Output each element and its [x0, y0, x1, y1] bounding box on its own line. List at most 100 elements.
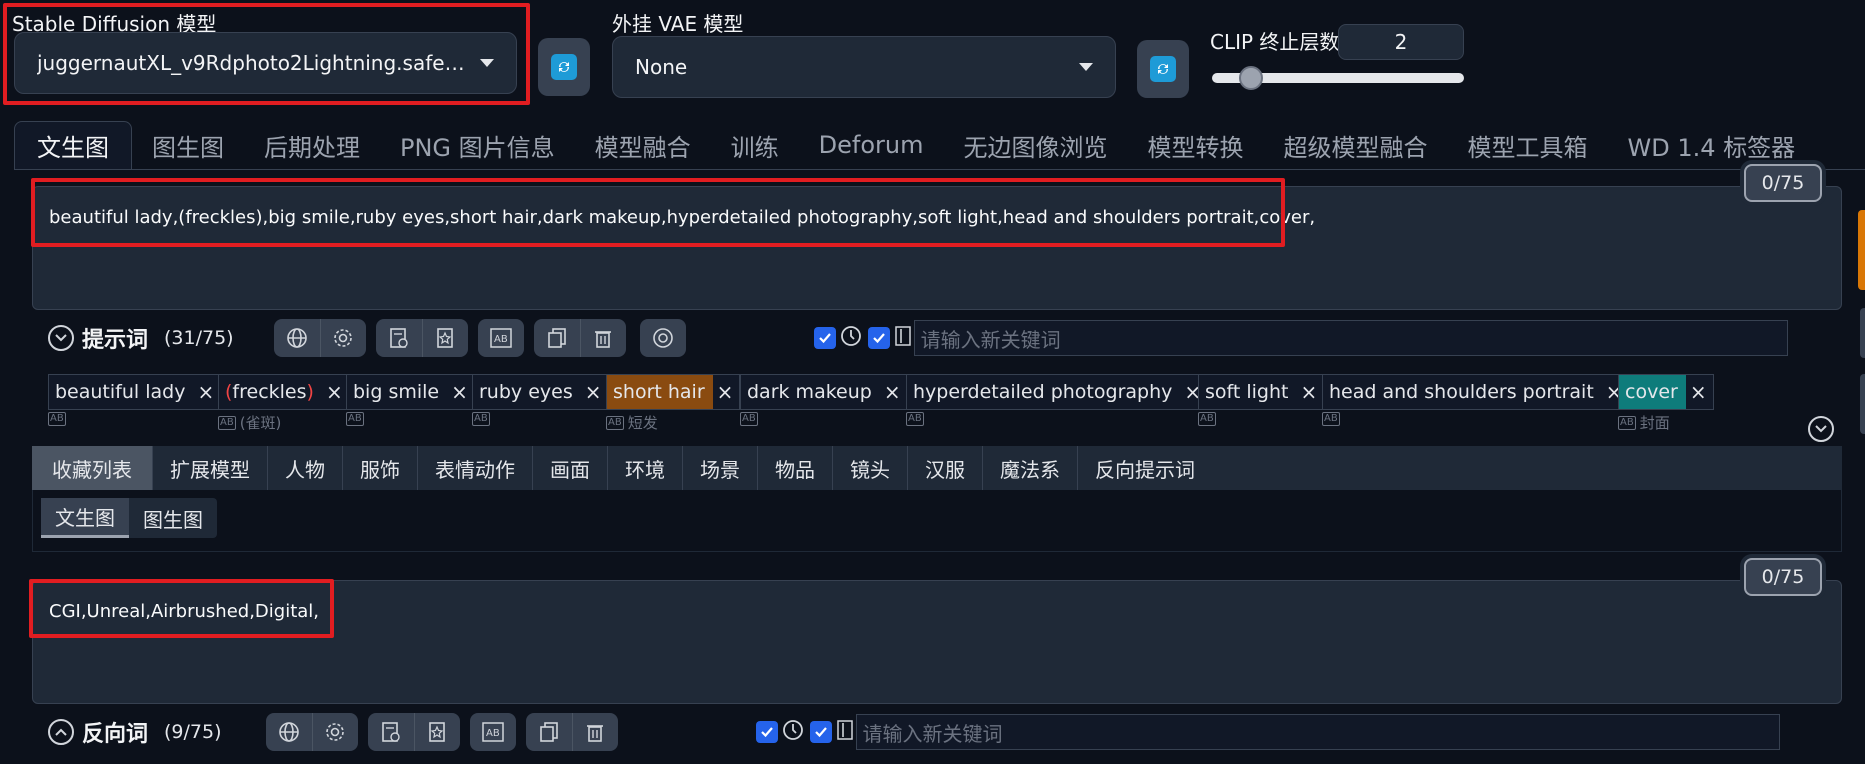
- translate-icon[interactable]: AB: [218, 415, 236, 430]
- prompt-tag[interactable]: short hair ×: [606, 374, 741, 410]
- copy-icon[interactable]: [534, 319, 580, 357]
- translate-icon[interactable]: AB: [346, 412, 364, 426]
- sd-model-dropdown[interactable]: juggernautXL_v9Rdphoto2Lightning.safeten…: [14, 32, 517, 94]
- translate-icon[interactable]: AB: [1618, 415, 1636, 430]
- collapse-toggle-button[interactable]: [48, 325, 74, 351]
- history-icon[interactable]: [376, 319, 422, 357]
- vae-label: 外挂 VAE 模型: [612, 12, 744, 36]
- bookmark-star-icon[interactable]: [413, 713, 460, 751]
- checkbox-icon[interactable]: [867, 327, 890, 349]
- vae-dropdown[interactable]: None: [612, 36, 1116, 98]
- cat-tab-environment[interactable]: 环境: [608, 446, 683, 490]
- prompt-tag[interactable]: ruby eyes ×: [472, 374, 609, 410]
- translate-icon[interactable]: AB: [606, 415, 624, 430]
- cat-tab-hanfu[interactable]: 汉服: [908, 446, 983, 490]
- vae-refresh-button[interactable]: [1137, 40, 1189, 98]
- prompt-tag[interactable]: soft light ×: [1198, 374, 1325, 410]
- checkbox-icon[interactable]: [809, 721, 832, 743]
- gear-icon[interactable]: [319, 319, 366, 357]
- cat-tab-composition[interactable]: 画面: [533, 446, 608, 490]
- tab-model-toolkit[interactable]: 模型工具箱: [1448, 121, 1608, 169]
- prompt-tag[interactable]: cover ×: [1618, 374, 1714, 410]
- tag-item: beautiful lady × AB: [48, 374, 222, 426]
- cat-tab-objects[interactable]: 物品: [758, 446, 833, 490]
- translate-icon[interactable]: AB: [470, 713, 516, 751]
- expand-tags-button[interactable]: [1808, 416, 1834, 442]
- checkbox-icon[interactable]: [755, 721, 778, 743]
- prompt-tag[interactable]: (freckles) ×: [218, 374, 350, 410]
- close-icon[interactable]: ×: [322, 380, 349, 404]
- cat-tab-scene[interactable]: 场景: [683, 446, 758, 490]
- sub-tabs: 文生图 图生图: [41, 498, 217, 538]
- tab-super-merger[interactable]: 超级模型融合: [1264, 121, 1448, 169]
- history-favorite-group: [367, 713, 460, 751]
- cat-tab-favorites[interactable]: 收藏列表: [32, 446, 153, 490]
- cat-tab-character[interactable]: 人物: [268, 446, 343, 490]
- globe-icon[interactable]: [266, 713, 312, 751]
- tab-txt2img[interactable]: 文生图: [14, 121, 132, 169]
- prompt-tag[interactable]: dark makeup ×: [740, 374, 908, 410]
- trash-icon[interactable]: [579, 319, 626, 357]
- prompt-tag[interactable]: head and shoulders portrait ×: [1322, 374, 1630, 410]
- positive-prompt-textarea[interactable]: beautiful lady,(freckles),big smile,ruby…: [32, 186, 1842, 310]
- close-icon[interactable]: ×: [1296, 380, 1323, 404]
- clock-icon[interactable]: [782, 719, 804, 745]
- text-cursor-icon[interactable]: [894, 325, 912, 351]
- prompt-tag[interactable]: beautiful lady ×: [48, 374, 222, 410]
- tab-model-converter[interactable]: 模型转换: [1128, 121, 1264, 169]
- bookmark-star-icon[interactable]: [421, 319, 468, 357]
- cat-tab-camera[interactable]: 镜头: [833, 446, 908, 490]
- translate-icon[interactable]: AB: [1198, 412, 1216, 426]
- translate-icon[interactable]: AB: [740, 412, 758, 426]
- openai-icon[interactable]: [640, 319, 686, 357]
- collapse-toggle-button[interactable]: [48, 719, 74, 745]
- history-icon[interactable]: [368, 713, 414, 751]
- text-cursor-icon[interactable]: [836, 719, 854, 745]
- negative-prompt-textarea[interactable]: CGI,Unreal,Airbrushed,Digital,: [32, 580, 1842, 704]
- close-icon[interactable]: ×: [713, 380, 740, 404]
- translate-icon[interactable]: AB: [472, 412, 490, 426]
- close-icon[interactable]: ×: [193, 380, 220, 404]
- cat-tab-expression[interactable]: 表情动作: [418, 446, 533, 490]
- positive-keyword-input[interactable]: 请输入新关键词: [913, 320, 1788, 356]
- sub-tab-txt2img[interactable]: 文生图: [41, 498, 129, 538]
- clip-slider[interactable]: [1212, 66, 1464, 90]
- tab-img2img[interactable]: 图生图: [132, 121, 244, 169]
- clip-number-input[interactable]: 2: [1338, 24, 1464, 60]
- gear-icon[interactable]: [311, 713, 358, 751]
- translate-icon[interactable]: AB: [1322, 412, 1340, 426]
- tab-png-info[interactable]: PNG 图片信息: [380, 121, 575, 169]
- globe-icon[interactable]: [274, 319, 320, 357]
- cat-tab-clothing[interactable]: 服饰: [343, 446, 418, 490]
- negative-keyword-input[interactable]: 请输入新关键词: [855, 714, 1780, 750]
- trash-icon[interactable]: [571, 713, 618, 751]
- tab-extras[interactable]: 后期处理: [244, 121, 380, 169]
- clock-icon[interactable]: [840, 325, 862, 351]
- tag-item: dark makeup × AB: [740, 374, 908, 426]
- tag-item: hyperdetailed photography × AB: [906, 374, 1209, 426]
- translate-icon[interactable]: AB: [478, 319, 524, 357]
- prompt-tag[interactable]: hyperdetailed photography ×: [906, 374, 1209, 410]
- sd-model-refresh-button[interactable]: [538, 38, 590, 96]
- cat-tab-extensions[interactable]: 扩展模型: [153, 446, 268, 490]
- translate-icon[interactable]: AB: [906, 412, 924, 426]
- copy-icon[interactable]: [526, 713, 572, 751]
- prompt-tag[interactable]: big smile ×: [346, 374, 475, 410]
- tab-image-browser[interactable]: 无边图像浏览: [944, 121, 1128, 169]
- translate-settings-group: [265, 713, 358, 751]
- checkbox-icon[interactable]: [813, 327, 836, 349]
- copy-delete-group: [533, 319, 626, 357]
- cat-tab-magic[interactable]: 魔法系: [983, 446, 1078, 490]
- translate-icon[interactable]: AB: [48, 412, 66, 426]
- clip-slider-thumb[interactable]: [1239, 66, 1263, 90]
- close-icon[interactable]: ×: [880, 380, 907, 404]
- tab-train[interactable]: 训练: [711, 121, 799, 169]
- close-icon[interactable]: ×: [1686, 380, 1713, 404]
- close-icon[interactable]: ×: [447, 380, 474, 404]
- cat-tab-negative[interactable]: 反向提示词: [1078, 446, 1212, 490]
- positive-prompt-text: beautiful lady,(freckles),big smile,ruby…: [49, 207, 1316, 228]
- sub-tab-img2img[interactable]: 图生图: [129, 498, 217, 538]
- tab-checkpoint-merger[interactable]: 模型融合: [575, 121, 711, 169]
- close-icon[interactable]: ×: [581, 380, 608, 404]
- tab-deforum[interactable]: Deforum: [799, 121, 944, 169]
